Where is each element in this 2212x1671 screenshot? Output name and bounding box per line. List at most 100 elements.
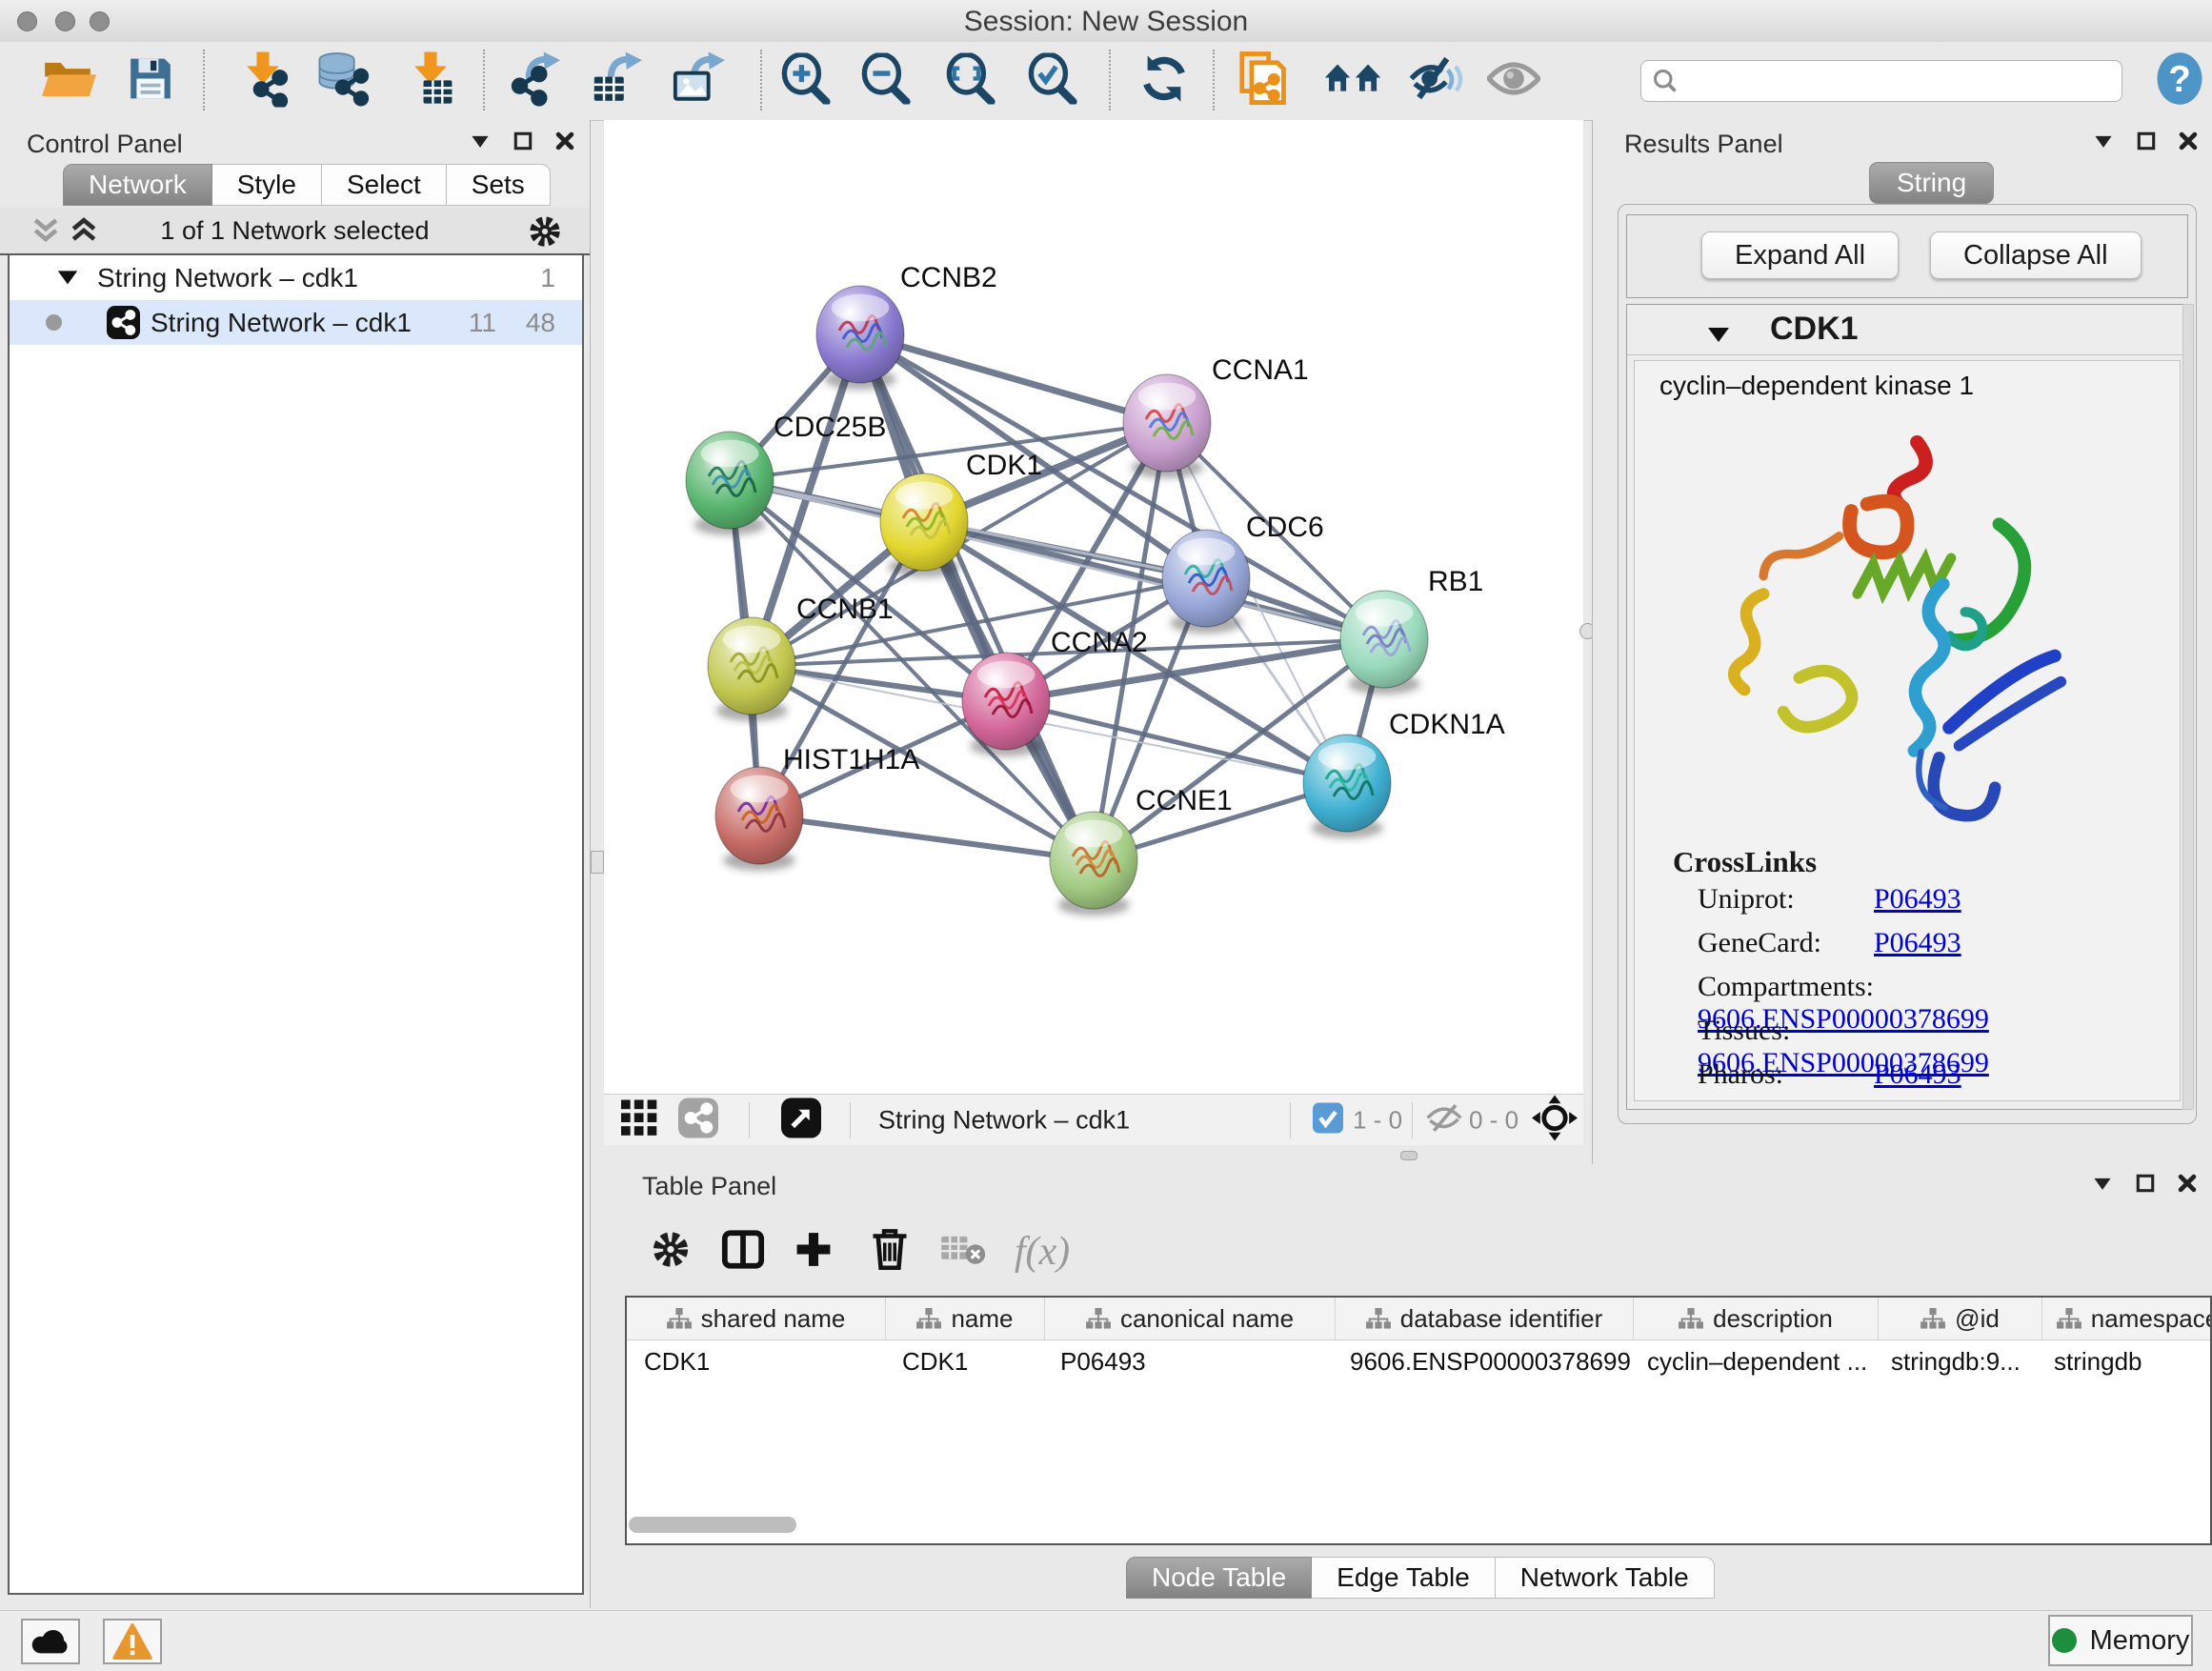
column-header-name[interactable]: name <box>886 1298 1045 1339</box>
network-node-HIST1H1A[interactable]: HIST1H1A <box>715 744 919 871</box>
memory-button[interactable]: Memory <box>2048 1615 2193 1666</box>
table-cell[interactable]: CDK1 <box>627 1340 885 1382</box>
delete-column-trash-icon[interactable] <box>870 1228 910 1277</box>
tab-style[interactable]: Style <box>212 164 322 206</box>
zoom-fit-icon[interactable] <box>944 53 995 110</box>
string-document-icon[interactable] <box>1239 51 1289 111</box>
results-scrollbar[interactable] <box>2182 304 2194 1110</box>
crosslink-link[interactable]: P06493 <box>1874 1058 1961 1090</box>
table-cell[interactable]: cyclin–dependent ... <box>1630 1340 1874 1382</box>
panel-collapse-icon[interactable] <box>469 130 492 157</box>
table-cell[interactable]: stringdb <box>2037 1340 2212 1382</box>
network-edge-HIST1H1A-CCNE1[interactable] <box>759 815 1094 860</box>
network-edge-CCNB2-CCNA1[interactable] <box>860 334 1167 423</box>
gene-name: CDK1 <box>1770 311 1859 348</box>
table-panel: Table Panel f(x) shared namenamecanonica… <box>604 1164 2212 1608</box>
network-node-CCNA1[interactable]: CCNA1 <box>1123 354 1309 478</box>
crosslink-row: GeneCard:P06493 <box>1698 927 2155 971</box>
refresh-layout-icon[interactable] <box>1138 53 1190 110</box>
show-glyphs-icon[interactable] <box>1487 61 1540 102</box>
network-options-gear-icon[interactable] <box>527 213 563 254</box>
toolbar-separator <box>483 50 485 111</box>
string-app-icon[interactable] <box>678 1098 718 1143</box>
function-builder-icon[interactable]: f(x) <box>1015 1229 1070 1275</box>
open-session-icon[interactable] <box>41 55 96 108</box>
column-header-shared-name[interactable]: shared name <box>627 1298 886 1339</box>
delete-row-icon[interactable] <box>941 1234 987 1271</box>
import-table-icon[interactable] <box>404 50 457 112</box>
hidden-eye-slash-icon[interactable] <box>1425 1103 1463 1138</box>
zoom-out-icon[interactable] <box>859 53 911 110</box>
panel-close-icon[interactable] <box>2176 1172 2199 1199</box>
gene-section-header[interactable]: CDK1 <box>1627 305 2187 355</box>
import-database-icon[interactable] <box>314 51 370 111</box>
network-node-RB1[interactable]: RB1 <box>1340 566 1483 695</box>
fit-crosshair-icon[interactable] <box>1532 1096 1578 1146</box>
column-header-canonical-name[interactable]: canonical name <box>1045 1298 1336 1339</box>
table-row[interactable]: CDK1CDK1P064939606.ENSP00000378699cyclin… <box>627 1340 2210 1382</box>
add-column-icon[interactable] <box>793 1229 835 1276</box>
warnings-button[interactable] <box>103 1619 162 1664</box>
column-header-description[interactable]: description <box>1634 1298 1879 1339</box>
save-session-icon[interactable] <box>127 55 174 108</box>
show-columns-icon[interactable] <box>721 1228 765 1277</box>
zoom-in-icon[interactable] <box>779 53 831 110</box>
table-cell[interactable]: stringdb:9... <box>1874 1340 2037 1382</box>
panel-close-icon[interactable] <box>553 130 576 157</box>
crosslink-link[interactable]: P06493 <box>1874 927 1961 958</box>
export-image-icon[interactable] <box>672 51 727 111</box>
tab-network[interactable]: Network <box>63 164 212 206</box>
network-edge-CCNA2-CDKN1A[interactable] <box>1006 701 1347 783</box>
collapse-all-button[interactable]: Collapse All <box>1930 232 2142 279</box>
panel-float-icon[interactable] <box>2135 130 2158 157</box>
network-node-CCNE1[interactable]: CCNE1 <box>1050 785 1233 916</box>
results-panel-title: Results Panel <box>1624 130 1783 159</box>
crosslink-link[interactable]: P06493 <box>1874 883 1961 915</box>
export-network-icon[interactable] <box>507 51 562 111</box>
table-horizontal-scrollbar[interactable] <box>629 1517 796 1533</box>
column-header--id[interactable]: @id <box>1879 1298 2042 1339</box>
import-network-icon[interactable] <box>236 50 290 112</box>
network-row[interactable]: String Network – cdk1 11 48 <box>10 300 582 345</box>
column-header-namespace[interactable]: namespace <box>2042 1298 2212 1339</box>
panel-float-icon[interactable] <box>512 130 534 157</box>
home-pair-icon[interactable] <box>1323 60 1384 103</box>
network-canvas[interactable]: CCNB2CCNA1CDC25BCDK1CDC6RB1CCNB1CCNA2CDK… <box>604 120 1583 1094</box>
search-input[interactable] <box>1679 64 2122 98</box>
column-header-database-identifier[interactable]: database identifier <box>1336 1298 1634 1339</box>
search-box[interactable] <box>1640 60 2122 102</box>
panel-float-icon[interactable] <box>2134 1172 2157 1199</box>
export-table-icon[interactable] <box>589 51 644 111</box>
cytoscape-window: Session: New Session ? Control Panel Net… <box>0 0 2212 1671</box>
selected-checkbox-icon[interactable] <box>1313 1103 1343 1138</box>
splitter-grip[interactable] <box>1400 1151 1418 1160</box>
table-options-gear-icon[interactable] <box>650 1229 692 1276</box>
tab-edge-table[interactable]: Edge Table <box>1312 1557 1496 1599</box>
network-node-count: 11 <box>469 300 496 345</box>
open-in-new-window-icon[interactable] <box>781 1098 821 1143</box>
tab-node-table[interactable]: Node Table <box>1126 1557 1312 1599</box>
tab-network-table[interactable]: Network Table <box>1496 1557 1715 1599</box>
zoom-selected-icon[interactable] <box>1026 53 1077 110</box>
gene-collapse-icon[interactable] <box>1705 320 1732 352</box>
hide-glyphs-icon[interactable] <box>1408 55 1463 108</box>
tab-select[interactable]: Select <box>322 164 447 206</box>
tab-string[interactable]: String <box>1869 162 1994 204</box>
left-splitter-handle[interactable] <box>591 851 604 874</box>
node-label-CDC6: CDC6 <box>1246 512 1324 543</box>
network-status-title: String Network – cdk1 <box>878 1106 1130 1136</box>
network-collection-row[interactable]: String Network – cdk1 1 <box>10 255 582 300</box>
panel-collapse-icon[interactable] <box>2091 1172 2114 1199</box>
table-cell[interactable]: CDK1 <box>885 1340 1043 1382</box>
help-icon[interactable]: ? <box>2156 51 2203 111</box>
expand-all-button[interactable]: Expand All <box>1701 232 1899 279</box>
table-cell[interactable]: 9606.ENSP00000378699 <box>1333 1340 1630 1382</box>
tab-sets[interactable]: Sets <box>447 164 551 206</box>
network-node-CDKN1A[interactable]: CDKN1A <box>1303 709 1505 838</box>
panel-close-icon[interactable] <box>2177 130 2200 157</box>
panel-collapse-icon[interactable] <box>2092 130 2115 157</box>
table-cell[interactable]: P06493 <box>1043 1340 1333 1382</box>
grid-view-icon[interactable] <box>621 1100 657 1141</box>
cloud-button[interactable] <box>21 1619 80 1664</box>
collection-expand-icon[interactable] <box>55 257 80 302</box>
